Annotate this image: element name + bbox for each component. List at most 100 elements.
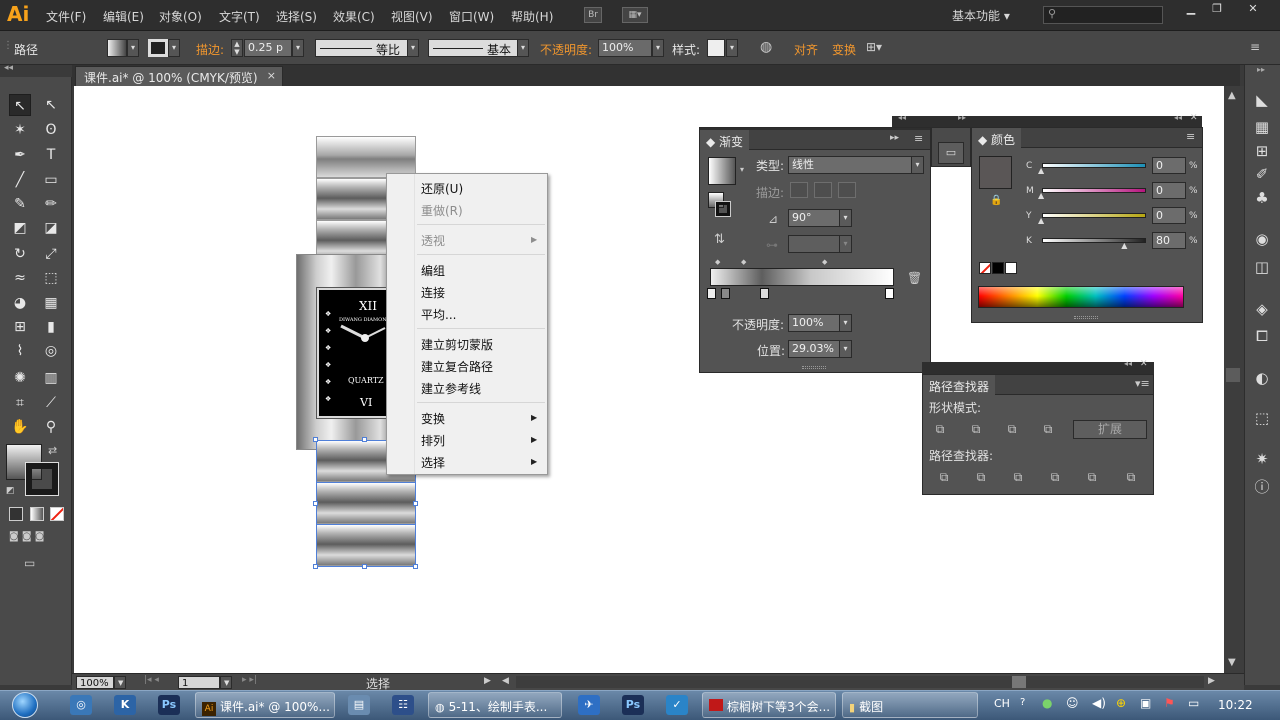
midpoint-diamond-icon[interactable]: ◆ [715, 258, 720, 266]
panel-menu-icon[interactable]: ▾≡ [1135, 377, 1150, 390]
swatches-icon[interactable]: ▦ [1252, 117, 1272, 137]
collapse-icon[interactable]: ◂◂ [4, 63, 13, 73]
delete-stop-icon[interactable]: 🗑 [907, 271, 922, 285]
expand-button[interactable]: 扩展 [1073, 420, 1147, 439]
unite-icon[interactable]: ⧉ [931, 421, 949, 437]
status-menu-arrow-icon[interactable]: ▶ [484, 676, 491, 686]
taskbar-illustrator-button[interactable]: Ai 课件.ai* @ 100%... [195, 692, 335, 718]
horizontal-scrollbar[interactable] [516, 676, 1204, 688]
midpoint-diamond-icon[interactable]: ◆ [822, 258, 827, 266]
zoom-tool-icon[interactable]: ⚲ [40, 416, 62, 438]
gradient-mode-icon[interactable] [30, 507, 44, 521]
stroke-swatch-dropdown[interactable]: ▾ [168, 39, 180, 57]
pencil-tool-icon[interactable]: ✏ [40, 193, 62, 215]
pen-tool-icon[interactable]: ✒ [9, 144, 31, 166]
stroke-swatch[interactable] [148, 39, 168, 57]
gradient-stop[interactable] [707, 288, 716, 299]
yellow-slider-thumb[interactable]: ▲ [1038, 216, 1044, 225]
aspect-ratio-field[interactable] [788, 235, 840, 253]
taskbar-clock[interactable]: 10:22 [1218, 698, 1253, 712]
taskbar-video-button[interactable]: 棕榈树下等3个会... [702, 692, 836, 718]
pathfinder-header[interactable]: ◂◂ ✕ [922, 359, 1154, 374]
document-icon[interactable]: ▤ [348, 695, 370, 715]
black-slider-thumb[interactable]: ▲ [1121, 241, 1127, 250]
resize-grip[interactable] [1074, 316, 1098, 319]
perspective-menu-item[interactable]: 透视 [421, 232, 445, 249]
fill-dropdown[interactable]: ▾ [127, 39, 139, 57]
stroke-stepper[interactable]: ▲ ▼ [231, 39, 243, 57]
magic-wand-tool-icon[interactable]: ✶ [9, 119, 31, 141]
bridge-button[interactable]: Br [584, 7, 602, 23]
selection-tool-icon[interactable]: ↖ [9, 94, 31, 116]
close-tab-icon[interactable]: × [267, 69, 276, 82]
scroll-up-icon[interactable]: ▲ [1228, 90, 1236, 101]
network-app-icon[interactable]: ◎ [70, 695, 92, 715]
menu-type[interactable]: 文字(T) [219, 8, 260, 25]
rectangle-tool-icon[interactable]: ▭ [40, 169, 62, 191]
cyan-slider-thumb[interactable]: ▲ [1038, 166, 1044, 175]
divide-icon[interactable]: ⧉ [935, 469, 953, 485]
resize-grip[interactable] [802, 366, 826, 369]
page-dropdown[interactable]: ▼ [220, 676, 232, 689]
menu-effect[interactable]: 效果(C) [333, 8, 375, 25]
cyan-slider[interactable] [1042, 163, 1146, 168]
stroke-along-icon[interactable] [814, 182, 832, 198]
aspect-ratio-dropdown[interactable]: ▾ [839, 235, 852, 253]
gradient-opacity-field[interactable]: 100% [788, 314, 840, 332]
selection-handle[interactable] [313, 501, 318, 506]
transform-panel-icon[interactable]: ⬚ [1252, 408, 1272, 428]
panel-group-header[interactable]: ◂◂ ▸▸ ◂◂ ✕ [892, 113, 1202, 127]
cyan-field[interactable]: 0 [1152, 157, 1186, 174]
crop-icon[interactable]: ⧉ [1046, 469, 1064, 485]
menu-file[interactable]: 文件(F) [46, 8, 86, 25]
close-panel-icon[interactable]: ✕ [1190, 113, 1198, 123]
eyedropper-tool-icon[interactable]: ⌇ [9, 340, 31, 362]
input-language-indicator[interactable]: CH [994, 697, 1010, 710]
watch-band-link[interactable] [316, 136, 416, 178]
stroke-weight-dropdown[interactable]: ▾ [292, 39, 304, 57]
watch-dial[interactable]: XII DIWANG DIAMOND QUARTZ VI ❖ ❖ ❖ ❖ ❖ ❖ [316, 287, 398, 419]
gradient-type-field[interactable]: 线性 [788, 156, 912, 174]
slice-tool-icon[interactable]: ⟋ [40, 392, 62, 414]
maximize-button[interactable]: ❐ [1204, 2, 1230, 16]
gradient-stop[interactable] [885, 288, 894, 299]
list-app-icon[interactable]: ☷ [392, 695, 414, 715]
outline-icon[interactable]: ⧉ [1083, 469, 1101, 485]
variable-width-profile[interactable]: 等比 [315, 39, 408, 57]
vertical-scroll-thumb[interactable] [1226, 368, 1240, 382]
free-transform-tool-icon[interactable]: ⬚ [40, 267, 62, 289]
layers-icon[interactable]: ◈ [1252, 299, 1272, 319]
gradient-preview-swatch[interactable] [708, 157, 736, 185]
menu-help[interactable]: 帮助(H) [511, 8, 553, 25]
column-graph-tool-icon[interactable]: ▥ [40, 367, 62, 389]
info-icon[interactable]: ⓘ [1252, 477, 1272, 497]
line-tool-icon[interactable]: ╱ [9, 169, 31, 191]
redo-menu-item[interactable]: 重做(R) [421, 202, 463, 219]
start-button[interactable] [8, 690, 44, 720]
selection-handle[interactable] [362, 437, 367, 442]
color-guide-icon[interactable]: ◣ [1252, 90, 1272, 110]
color-fill-swatch[interactable] [979, 156, 1012, 189]
navigator-icon[interactable]: ✷ [1252, 449, 1272, 469]
scroll-down-icon[interactable]: ▼ [1228, 657, 1236, 668]
draw-mode-icons[interactable]: ◙ ◙ ◙ [9, 531, 65, 545]
brushes-icon[interactable]: ⊞ [1252, 141, 1272, 161]
scale-tool-icon[interactable]: ⤢ [40, 243, 62, 265]
first-page-icon[interactable]: |◂ ◂ [144, 675, 159, 685]
help-tray-icon[interactable]: ? [1020, 697, 1025, 708]
brushes-icon[interactable]: ✐ [1252, 164, 1272, 184]
hand-tool-icon[interactable]: ✋ [9, 416, 31, 438]
color-spectrum[interactable] [978, 286, 1184, 308]
width-tool-icon[interactable]: ≈ [9, 267, 31, 289]
screen-mode-icon[interactable]: ▭ [24, 556, 46, 572]
average-menu-item[interactable]: 平均... [421, 306, 456, 323]
photoshop-icon[interactable]: Ps [622, 695, 644, 715]
mesh-tool-icon[interactable]: ⊞ [9, 316, 31, 338]
tools-panel-header[interactable]: ◂◂ [0, 63, 72, 77]
reverse-gradient-icon[interactable]: ⇅ [714, 232, 725, 247]
none-mode-icon[interactable] [50, 507, 64, 521]
location-field[interactable]: 29.03% [788, 340, 840, 358]
lasso-tool-icon[interactable]: ʘ [40, 119, 62, 141]
isolate-icon[interactable]: ⊞▾ [866, 40, 882, 54]
k-app-icon[interactable]: K [114, 695, 136, 715]
